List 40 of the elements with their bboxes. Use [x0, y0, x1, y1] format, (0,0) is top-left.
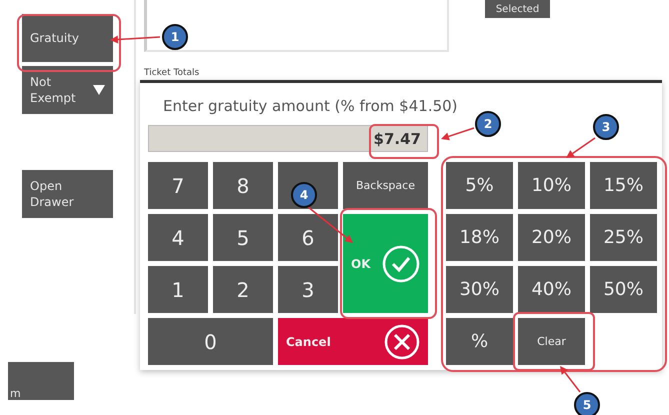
keypad-key[interactable]: 1: [148, 266, 208, 313]
keypad-key[interactable]: 25%: [590, 214, 657, 261]
side-button[interactable]: Not Exempt: [22, 66, 113, 114]
keypad-key[interactable]: 40%: [518, 266, 585, 313]
keypad-key[interactable]: %: [446, 318, 513, 365]
keypad-key[interactable]: 20%: [518, 214, 585, 261]
highlight-frame: [369, 124, 439, 159]
keypad-key[interactable]: 10%: [518, 162, 585, 209]
keypad-key[interactable]: 18%: [446, 214, 513, 261]
side-button[interactable]: Gratuity: [22, 14, 113, 62]
keypad-key[interactable]: 5%: [446, 162, 513, 209]
keypad-key[interactable]: 8: [213, 162, 273, 209]
keypad-key[interactable]: 15%: [590, 162, 657, 209]
keypad-key[interactable]: 7: [148, 162, 208, 209]
cancel-button[interactable]: Cancel: [278, 318, 428, 365]
callout-badge: 1: [162, 24, 188, 50]
side-button[interactable]: m: [8, 362, 74, 400]
pointer-arrow: [110, 36, 160, 44]
pointer-arrow: [441, 127, 474, 140]
pointer-arrow: [566, 137, 596, 158]
selected-button[interactable]: Selected: [485, 0, 550, 18]
keypad-key[interactable]: 6: [278, 214, 338, 261]
keypad-key[interactable]: 5: [213, 214, 273, 261]
caret-icon: [93, 85, 105, 95]
keypad-key[interactable]: 4: [148, 214, 208, 261]
keypad-key[interactable]: 0: [148, 318, 273, 365]
callout-badge: 5: [574, 392, 600, 415]
keypad-key[interactable]: 3: [278, 266, 338, 313]
check-circle-icon: [382, 244, 420, 282]
amount-field[interactable]: $7.47: [148, 125, 428, 152]
dialog-prompt: Enter gratuity amount (% from $41.50): [163, 97, 459, 115]
side-button[interactable]: Open Drawer: [22, 170, 113, 218]
keypad-key[interactable]: Backspace: [343, 162, 428, 209]
pointer-arrow: [560, 366, 581, 392]
keypad-key[interactable]: 30%: [446, 266, 513, 313]
close-circle-icon: [384, 324, 420, 360]
keypad-key[interactable]: 2: [213, 266, 273, 313]
keypad-key[interactable]: 50%: [590, 266, 657, 313]
section-label: Ticket Totals: [144, 68, 200, 78]
keypad-key[interactable]: Clear: [518, 318, 585, 365]
